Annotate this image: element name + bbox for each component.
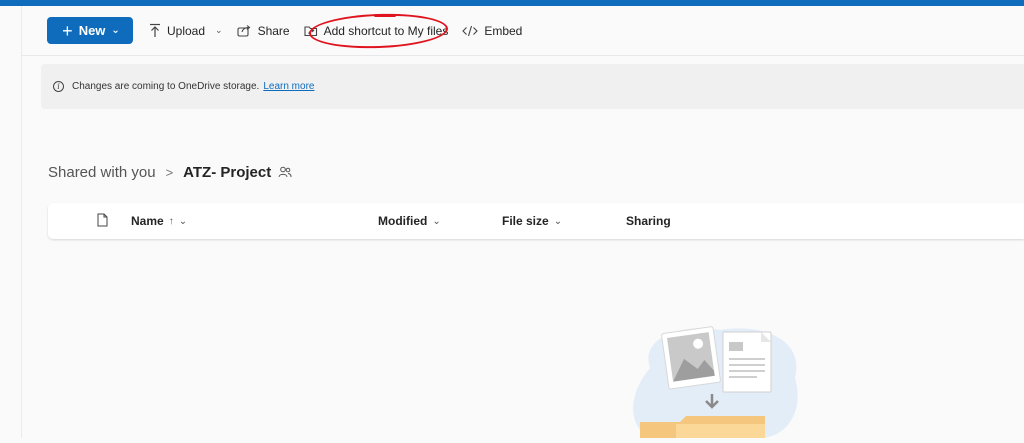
breadcrumb-separator: > [165, 164, 174, 180]
embed-icon [462, 25, 479, 37]
toolbar-divider [22, 55, 1024, 56]
command-bar: + New ⌄ Upload ⌄ Share Add shortcut to M… [47, 17, 522, 44]
file-list-header: Name ↑ ⌄ Modified ⌄ File size ⌄ Sharing [48, 203, 1024, 239]
share-button-label: Share [257, 23, 290, 38]
file-size-column-label: File size [502, 214, 549, 228]
plus-icon: + [62, 20, 73, 41]
sharing-column-header[interactable]: Sharing [626, 203, 671, 239]
name-column-label: Name [131, 214, 164, 228]
chevron-down-icon: ⌄ [178, 215, 188, 227]
share-icon [237, 24, 252, 37]
chevron-down-icon: ⌄ [111, 25, 120, 36]
file-icon [97, 213, 108, 230]
new-button[interactable]: + New ⌄ [47, 17, 133, 44]
breadcrumb-current-folder: ATZ- Project [183, 163, 272, 181]
sort-ascending-icon: ↑ [168, 215, 174, 227]
share-button[interactable]: Share [237, 24, 290, 38]
modified-column-header[interactable]: Modified ⌄ [378, 203, 441, 239]
red-annotation-mark [374, 14, 396, 17]
chevron-down-icon: ⌄ [215, 25, 223, 35]
embed-button-label: Embed [484, 23, 523, 38]
storage-info-banner: i Changes are coming to OneDrive storage… [41, 64, 1024, 109]
sharing-column-label: Sharing [626, 214, 671, 228]
empty-folder-illustration [620, 318, 810, 438]
breadcrumb: Shared with you > ATZ- Project [48, 162, 292, 182]
file-type-column-header[interactable] [97, 203, 108, 239]
upload-button-label: Upload [167, 23, 206, 38]
file-size-column-header[interactable]: File size ⌄ [502, 203, 562, 239]
new-button-label: New [78, 23, 106, 38]
modified-column-label: Modified [378, 214, 428, 228]
upload-button[interactable]: Upload ⌄ [149, 23, 223, 38]
chevron-down-icon: ⌄ [553, 215, 563, 227]
name-column-header[interactable]: Name ↑ ⌄ [131, 203, 187, 239]
chevron-down-icon: ⌄ [432, 215, 441, 227]
banner-message: Changes are coming to OneDrive storage. [72, 81, 260, 92]
top-accent-bar [0, 0, 1024, 6]
learn-more-link[interactable]: Learn more [263, 81, 314, 92]
left-rail [0, 6, 22, 438]
people-icon[interactable] [278, 166, 292, 178]
info-icon: i [53, 81, 64, 92]
upload-icon [149, 23, 161, 38]
breadcrumb-shared-with-you[interactable]: Shared with you [48, 164, 156, 181]
embed-button[interactable]: Embed [462, 24, 522, 38]
